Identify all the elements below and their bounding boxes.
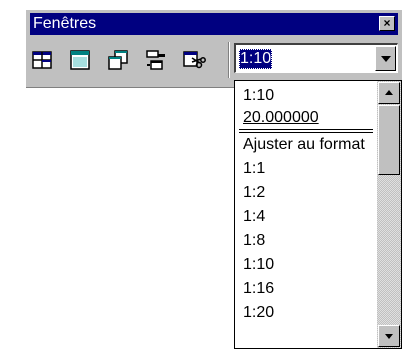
tile-windows-button[interactable]	[30, 48, 54, 72]
zoom-dropdown-button[interactable]	[375, 46, 396, 71]
tile-windows-icon	[32, 51, 52, 69]
single-window-icon	[70, 50, 90, 70]
list-item[interactable]: 1:10	[243, 254, 375, 276]
arrow-down-icon	[385, 334, 393, 339]
single-window-button[interactable]	[68, 48, 92, 72]
cut-window-button[interactable]	[182, 48, 206, 72]
list-item[interactable]: 1:20	[243, 302, 375, 324]
scroll-thumb[interactable]	[378, 105, 400, 175]
arrange-windows-icon	[146, 50, 165, 70]
chevron-down-icon	[381, 56, 391, 62]
scroll-up-button[interactable]	[378, 82, 400, 104]
fenetres-toolbar-window: Fenêtres × 1:10	[26, 10, 402, 88]
list-item[interactable]: 1:1	[243, 158, 375, 180]
list-item[interactable]: 1:4	[243, 206, 375, 228]
cut-window-icon	[183, 51, 206, 69]
arrow-up-icon	[385, 90, 393, 95]
cascade-windows-icon	[108, 50, 128, 70]
close-button[interactable]: ×	[379, 16, 395, 31]
cascade-windows-button[interactable]	[106, 48, 130, 72]
window-titlebar[interactable]: Fenêtres ×	[30, 13, 398, 35]
close-icon: ×	[383, 16, 391, 30]
list-item[interactable]: Ajuster au format	[243, 134, 375, 156]
dropdown-scrollbar[interactable]	[377, 81, 401, 348]
zoom-combobox-value[interactable]: 1:10	[239, 49, 273, 69]
zoom-dropdown-list: 1:10 20.000000 Ajuster au format 1:1 1:2…	[234, 80, 402, 349]
list-divider	[239, 129, 373, 133]
screen: Fenêtres × 1:10 1:10 20.000000 Ajuster a…	[0, 0, 410, 349]
list-item[interactable]: 1:10	[243, 85, 375, 107]
window-title: Fenêtres	[33, 15, 97, 32]
toolbar-separator	[228, 42, 230, 78]
list-item[interactable]: 20.000000	[243, 107, 375, 129]
scroll-down-button[interactable]	[378, 325, 400, 347]
zoom-combobox[interactable]: 1:10	[234, 43, 398, 73]
arrange-windows-button[interactable]	[144, 48, 168, 72]
list-item[interactable]: 1:16	[243, 278, 375, 300]
list-item[interactable]: 1:2	[243, 182, 375, 204]
list-item[interactable]: 1:8	[243, 230, 375, 252]
